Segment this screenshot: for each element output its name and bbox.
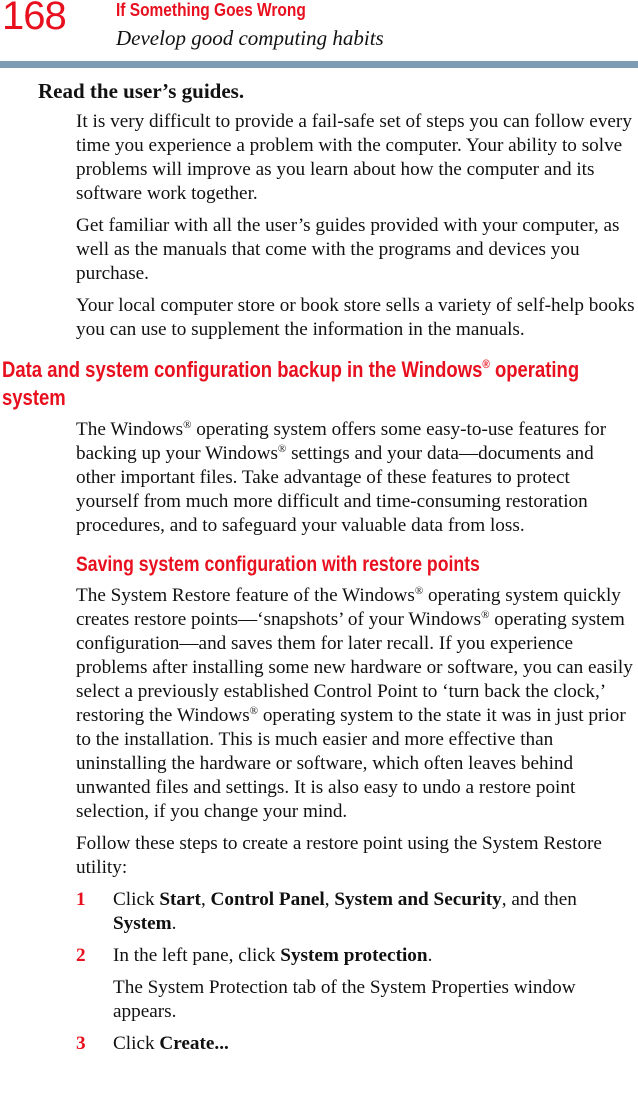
registered-mark: ®: [414, 585, 424, 597]
text: The Windows: [76, 419, 184, 440]
text: The System Restore feature of the Window…: [76, 585, 415, 606]
heading-text: Data and system configuration backup in …: [2, 357, 483, 382]
page-content: Read the user’s guides. It is very diffi…: [0, 78, 638, 1056]
section-title: Develop good computing habits: [116, 26, 384, 50]
ui-term: Start: [159, 889, 201, 910]
step-item: 3 Click Create...: [76, 1032, 638, 1056]
registered-mark: ®: [249, 705, 259, 717]
text: Click: [113, 889, 160, 910]
step-number: 3: [76, 1033, 86, 1054]
ui-term: System and Security: [334, 889, 502, 910]
registered-mark: ®: [482, 357, 490, 371]
text: .: [171, 913, 177, 934]
paragraph: It is very difficult to provide a fail-s…: [76, 111, 632, 204]
page-number: 168: [2, 0, 67, 38]
text: ,: [200, 889, 211, 910]
ui-term: System: [113, 913, 172, 934]
restore-section-heading: Saving system configuration with restore…: [76, 553, 480, 576]
restore-paragraph: The System Restore feature of the Window…: [76, 584, 636, 824]
paragraph: Get familiar with all the user’s guides …: [76, 215, 620, 284]
step-item: 1 Click Start, Control Panel, System and…: [76, 888, 638, 936]
step-note: The System Protection tab of the System …: [113, 977, 576, 1022]
chapter-title: If Something Goes Wrong: [116, 0, 306, 20]
ui-term: Create...: [159, 1033, 229, 1054]
backup-paragraph: The Windows® operating system offers som…: [76, 418, 636, 538]
text: In the left pane, click: [113, 945, 281, 966]
ui-term: Control Panel: [210, 889, 325, 910]
steps-list: 1 Click Start, Control Panel, System and…: [0, 888, 638, 1056]
paragraph: Your local computer store or book store …: [76, 295, 635, 340]
ui-term: System protection: [280, 945, 428, 966]
step-number: 2: [76, 945, 86, 966]
steps-intro: Follow these steps to create a restore p…: [76, 833, 602, 878]
backup-section-heading: Data and system configuration backup in …: [2, 356, 638, 412]
read-guides-heading: Read the user’s guides.: [38, 79, 245, 103]
text: ,: [324, 889, 335, 910]
text: Click: [113, 1033, 160, 1054]
step-item: 2 In the left pane, click System protect…: [76, 944, 638, 1024]
header-rule: [0, 61, 638, 68]
text: , and then: [501, 889, 577, 910]
text: .: [427, 945, 433, 966]
step-number: 1: [76, 889, 86, 910]
